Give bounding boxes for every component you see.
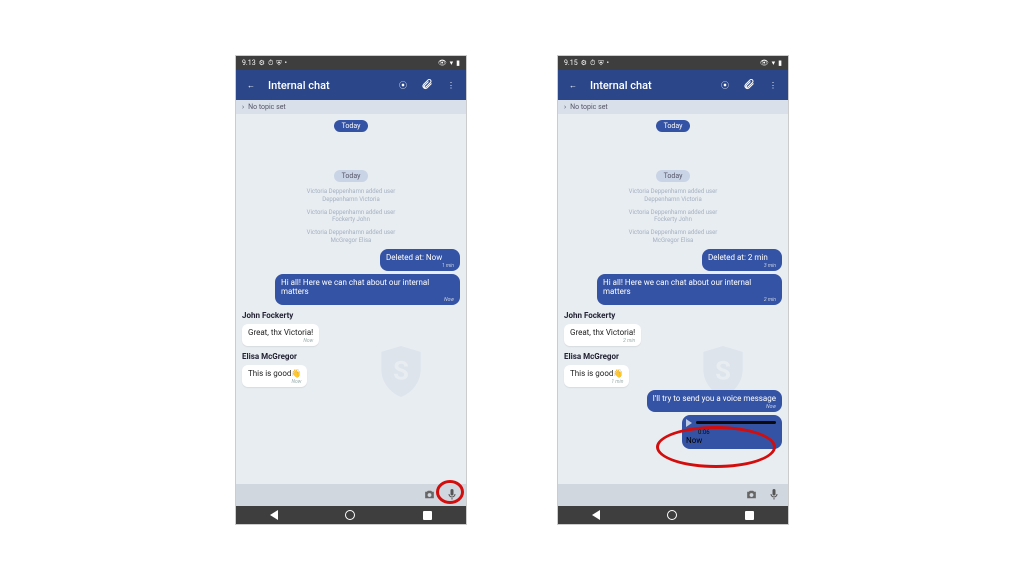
battery-icon: ▮	[778, 59, 782, 67]
compose-bar	[236, 484, 466, 506]
location-icon[interactable]: ⦿	[718, 80, 732, 91]
timer-icon: ⏱	[590, 59, 595, 68]
mic-icon[interactable]	[446, 487, 458, 503]
voice-duration: 0:06	[698, 429, 776, 436]
compose-bar	[558, 484, 788, 506]
back-icon[interactable]: ←	[244, 81, 258, 90]
nav-home-icon[interactable]	[345, 510, 355, 520]
message-in[interactable]: Great, thx Victoria! 2 min	[564, 324, 641, 346]
message-out-deleted[interactable]: Deleted at: 2 min 3 min	[702, 249, 782, 271]
chat-area: S Today Today Victoria Deppenhamn added …	[558, 114, 788, 484]
attach-icon[interactable]	[420, 78, 434, 92]
nav-recent-icon[interactable]	[745, 511, 754, 520]
message-out[interactable]: Hi all! Here we can chat about our inter…	[275, 274, 460, 305]
chat-area: S Today Today Victoria Deppenhamn added …	[236, 114, 466, 484]
camera-icon[interactable]	[423, 488, 436, 503]
message-in[interactable]: This is good👋 Now	[242, 365, 307, 387]
system-log: Victoria Deppenhamn added user Fockerty …	[629, 209, 718, 225]
system-log: Victoria Deppenhamn added user McGregor …	[629, 229, 718, 245]
message-out-deleted[interactable]: Deleted at: Now 1 min	[380, 249, 460, 271]
topic-text: No topic set	[248, 103, 286, 111]
svg-text:S: S	[393, 356, 409, 386]
nav-back-icon[interactable]	[270, 510, 278, 520]
location-icon[interactable]: ⦿	[396, 80, 410, 91]
sender-name: John Fockerty	[564, 311, 782, 320]
sender-name: Elisa McGregor	[242, 352, 460, 361]
nav-recent-icon[interactable]	[423, 511, 432, 520]
message-out[interactable]: Hi all! Here we can chat about our inter…	[597, 274, 782, 305]
day-separator-history: Today	[656, 170, 691, 182]
day-separator-history: Today	[334, 170, 369, 182]
topic-bar[interactable]: › No topic set	[558, 100, 788, 114]
eye-icon: 👁	[438, 59, 447, 67]
android-nav	[558, 506, 788, 524]
battery-icon: ▮	[456, 59, 460, 67]
android-nav	[236, 506, 466, 524]
wifi-icon: ▾	[450, 59, 454, 67]
topic-bar[interactable]: › No topic set	[236, 100, 466, 114]
gear-icon: ⚙	[581, 59, 587, 67]
sender-name: Elisa McGregor	[564, 352, 782, 361]
voice-message[interactable]: 0:06 Now	[682, 415, 782, 449]
page-title: Internal chat	[590, 79, 708, 92]
system-log: Victoria Deppenhamn added user McGregor …	[307, 229, 396, 245]
camera-icon[interactable]	[745, 488, 758, 503]
topic-text: No topic set	[570, 103, 608, 111]
phone-right: 9.15 ⚙ ⏱ ⛨ • 👁 ▾ ▮ ← Internal chat ⦿ ⋮ ›…	[557, 55, 789, 525]
chevron-right-icon: ›	[564, 103, 566, 111]
attach-icon[interactable]	[742, 78, 756, 92]
status-bar: 9.13 ⚙ ⏱ ⛨ • 👁 ▾ ▮	[236, 56, 466, 70]
app-bar: ← Internal chat ⦿ ⋮	[558, 70, 788, 100]
app-bar: ← Internal chat ⦿ ⋮	[236, 70, 466, 100]
watermark-shield-icon: S	[376, 344, 426, 399]
phone-left: 9.13 ⚙ ⏱ ⛨ • 👁 ▾ ▮ ← Internal chat ⦿ ⋮ ›…	[235, 55, 467, 525]
day-separator: Today	[334, 120, 369, 132]
shield-icon: ⛨	[276, 59, 281, 68]
timer-icon: ⏱	[268, 59, 273, 68]
message-out[interactable]: I'll try to send you a voice message Now	[647, 390, 782, 412]
system-log: Victoria Deppenhamn added user Deppenham…	[629, 188, 718, 204]
play-icon[interactable]	[686, 419, 692, 427]
wifi-icon: ▾	[772, 59, 776, 67]
shield-icon: ⛨	[598, 59, 603, 68]
back-icon[interactable]: ←	[566, 81, 580, 90]
more-icon[interactable]: ⋮	[444, 81, 458, 90]
more-icon[interactable]: ⋮	[766, 81, 780, 90]
status-bar: 9.15 ⚙ ⏱ ⛨ • 👁 ▾ ▮	[558, 56, 788, 70]
system-log: Victoria Deppenhamn added user Fockerty …	[307, 209, 396, 225]
eye-icon: 👁	[760, 59, 769, 67]
sender-name: John Fockerty	[242, 311, 460, 320]
page-title: Internal chat	[268, 79, 386, 92]
message-in[interactable]: This is good👋 1 min	[564, 365, 629, 387]
nav-back-icon[interactable]	[592, 510, 600, 520]
nav-home-icon[interactable]	[667, 510, 677, 520]
system-log: Victoria Deppenhamn added user Deppenham…	[307, 188, 396, 204]
day-separator: Today	[656, 120, 691, 132]
status-time: 9.15	[564, 59, 578, 67]
chevron-right-icon: ›	[242, 103, 244, 111]
voice-progress[interactable]	[696, 421, 776, 424]
status-time: 9.13	[242, 59, 256, 67]
svg-text:S: S	[715, 356, 731, 386]
message-in[interactable]: Great, thx Victoria! Now	[242, 324, 319, 346]
gear-icon: ⚙	[259, 59, 265, 67]
mic-icon[interactable]	[768, 487, 780, 503]
